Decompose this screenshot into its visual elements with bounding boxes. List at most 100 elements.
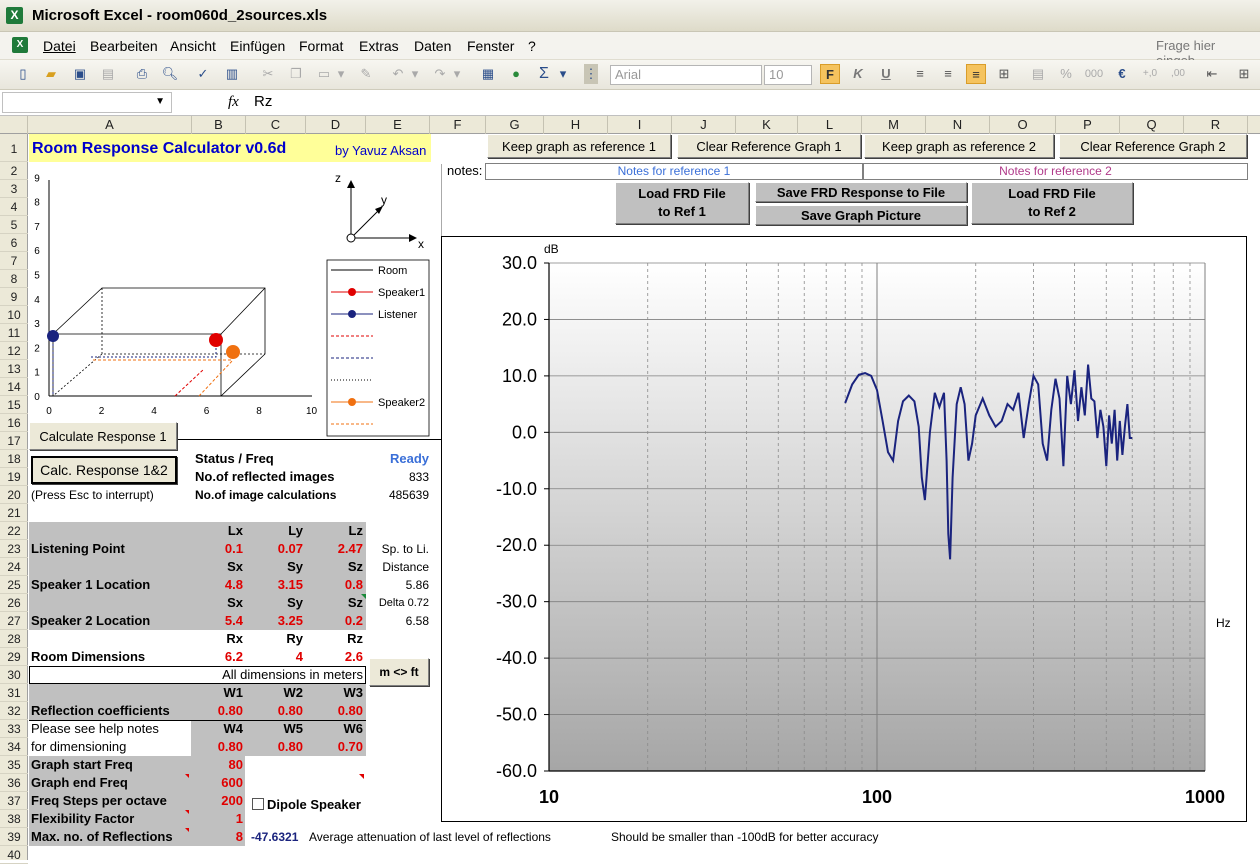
response-chart[interactable]: 30.0 20.0 10.0 0.0 -10.0 -20.0 -30.0 -40.0 -50.0… <box>441 236 1247 822</box>
name-box[interactable]: ▼ <box>2 92 172 113</box>
format-painter-icon[interactable]: ✎ <box>356 64 376 84</box>
col-header-b[interactable]: B <box>192 116 246 134</box>
coef-w5[interactable]: 0.80 <box>245 738 303 756</box>
redo-dropdown-icon[interactable]: ▾ <box>452 64 462 84</box>
menu-bearbeiten[interactable]: Bearbeiten <box>90 38 158 54</box>
font-size-select[interactable]: 10 <box>764 65 812 85</box>
row-header[interactable]: 11 <box>0 324 28 342</box>
autosum-icon[interactable]: Σ <box>534 64 554 84</box>
name-box-dropdown-icon[interactable]: ▼ <box>155 96 165 107</box>
speaker1-y[interactable]: 3.15 <box>245 576 303 594</box>
redo-icon[interactable]: ↷ <box>430 64 450 84</box>
save-icon[interactable]: ▣ <box>70 64 90 84</box>
toolbar-options-icon[interactable]: ⋮ <box>584 64 598 84</box>
col-header-g[interactable]: G <box>486 116 544 134</box>
notes-ref1-field[interactable]: Notes for reference 1 <box>485 163 863 180</box>
row-header[interactable]: 29 <box>0 648 28 666</box>
menu-einfuegen[interactable]: Einfügen <box>230 38 285 54</box>
col-header-c[interactable]: C <box>246 116 306 134</box>
speaker1-x[interactable]: 4.8 <box>191 576 243 594</box>
row-header[interactable]: 25 <box>0 576 28 594</box>
col-header-f[interactable]: F <box>430 116 486 134</box>
row-header[interactable]: 9 <box>0 288 28 306</box>
formula-input[interactable]: Rz <box>254 93 272 110</box>
cut-icon[interactable]: ✂ <box>258 64 278 84</box>
listening-x[interactable]: 0.1 <box>191 540 243 558</box>
copy-icon[interactable]: ❐ <box>286 64 306 84</box>
undo-icon[interactable]: ↶ <box>388 64 408 84</box>
col-header-e[interactable]: E <box>366 116 430 134</box>
clear-ref1-button[interactable]: Clear Reference Graph 1 <box>677 134 861 158</box>
row-header[interactable]: 6 <box>0 234 28 252</box>
col-header-j[interactable]: J <box>672 116 736 134</box>
max-reflections-value[interactable]: 8 <box>191 828 243 846</box>
decrease-indent-icon[interactable]: ⇤ <box>1202 64 1222 84</box>
coef-w6[interactable]: 0.70 <box>305 738 363 756</box>
coef-w2[interactable]: 0.80 <box>245 702 303 720</box>
select-all-corner[interactable] <box>0 116 28 134</box>
row-header[interactable]: 18 <box>0 450 28 468</box>
row-header[interactable]: 3 <box>0 180 28 198</box>
load-frd-ref1-button[interactable]: Load FRD File to Ref 1 <box>615 182 749 224</box>
col-header-p[interactable]: P <box>1056 116 1120 134</box>
bold-button[interactable]: F <box>820 64 840 84</box>
graph-end-freq-value[interactable]: 600 <box>191 774 243 792</box>
speaker2-z[interactable]: 0.2 <box>305 612 363 630</box>
menu-fenster[interactable]: Fenster <box>467 38 514 54</box>
percent-button[interactable]: % <box>1056 64 1076 84</box>
row-header[interactable]: 38 <box>0 810 28 828</box>
col-header-r[interactable]: R <box>1184 116 1248 134</box>
row-header[interactable]: 17 <box>0 432 28 450</box>
spellcheck-icon[interactable]: ✓ <box>193 64 213 84</box>
row-header[interactable]: 20 <box>0 486 28 504</box>
font-name-select[interactable]: Arial <box>610 65 762 85</box>
row-header[interactable]: 15 <box>0 396 28 414</box>
borders-icon[interactable]: ⊞ <box>1234 64 1254 84</box>
row-header[interactable]: 31 <box>0 684 28 702</box>
insert-function-icon[interactable]: fx <box>228 94 239 111</box>
row-header[interactable]: 36 <box>0 774 28 792</box>
notes-ref2-field[interactable]: Notes for reference 2 <box>863 163 1248 180</box>
increase-decimal-icon[interactable]: +,0 <box>1140 64 1160 84</box>
row-header[interactable]: 1 <box>0 134 28 162</box>
euro-button[interactable]: € <box>1112 64 1132 84</box>
row-header[interactable]: 23 <box>0 540 28 558</box>
load-frd-ref2-button[interactable]: Load FRD File to Ref 2 <box>971 182 1133 224</box>
row-header[interactable]: 14 <box>0 378 28 396</box>
row-header[interactable]: 28 <box>0 630 28 648</box>
row-header[interactable]: 24 <box>0 558 28 576</box>
row-header[interactable]: 16 <box>0 414 28 432</box>
thousand-separator-button[interactable]: 000 <box>1084 64 1104 84</box>
menu-help[interactable]: ? <box>528 38 536 54</box>
research-icon[interactable]: ▥ <box>222 64 242 84</box>
clear-ref2-button[interactable]: Clear Reference Graph 2 <box>1059 134 1247 158</box>
row-header[interactable]: 39 <box>0 828 28 846</box>
merge-center-icon[interactable]: ⊞ <box>994 64 1014 84</box>
row-header[interactable]: 4 <box>0 198 28 216</box>
row-header[interactable]: 21 <box>0 504 28 522</box>
keep-ref2-button[interactable]: Keep graph as reference 2 <box>864 134 1054 158</box>
paste-dropdown-icon[interactable]: ▾ <box>336 64 346 84</box>
align-center-icon[interactable]: ≡ <box>938 64 958 84</box>
col-header-k[interactable]: K <box>736 116 798 134</box>
excel-icon[interactable]: X <box>6 7 23 24</box>
col-header-l[interactable]: L <box>798 116 862 134</box>
save-frd-button[interactable]: Save FRD Response to File <box>755 182 967 202</box>
row-header[interactable]: 33 <box>0 720 28 738</box>
col-header-q[interactable]: Q <box>1120 116 1184 134</box>
speaker2-y[interactable]: 3.25 <box>245 612 303 630</box>
speaker2-x[interactable]: 5.4 <box>191 612 243 630</box>
menu-format[interactable]: Format <box>299 38 343 54</box>
col-header-n[interactable]: N <box>926 116 990 134</box>
row-header[interactable]: 10 <box>0 306 28 324</box>
row-header[interactable]: 26 <box>0 594 28 612</box>
coef-w3[interactable]: 0.80 <box>305 702 363 720</box>
open-icon[interactable]: ▰ <box>41 64 61 84</box>
row-header[interactable]: 34 <box>0 738 28 756</box>
row-header[interactable]: 12 <box>0 342 28 360</box>
row-header[interactable]: 22 <box>0 522 28 540</box>
new-icon[interactable]: ▯ <box>13 64 33 84</box>
row-header[interactable]: 19 <box>0 468 28 486</box>
col-header-d[interactable]: D <box>306 116 366 134</box>
align-left-icon[interactable]: ≡ <box>910 64 930 84</box>
